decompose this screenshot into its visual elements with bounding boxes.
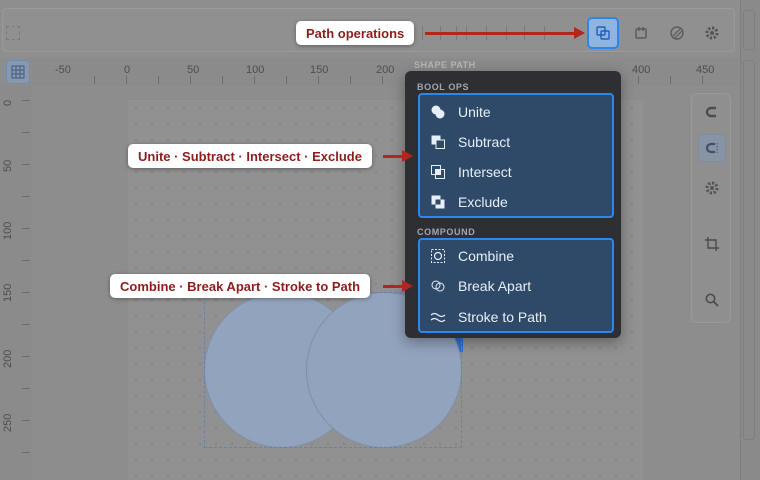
ruler-label: 50: [187, 64, 200, 76]
menu-item-label: Exclude: [458, 194, 508, 210]
section-title-bool-ops: BOOL OPS: [417, 82, 470, 92]
path-operations-menu: BOOL OPS Unite Subtract Intersect Exclud…: [405, 71, 621, 338]
callout-arrow: [383, 280, 413, 292]
grid-toggle-button[interactable]: [6, 60, 30, 84]
menu-item-intersect[interactable]: Intersect: [428, 157, 608, 187]
intersect-icon: [428, 164, 448, 180]
ruler-label: 50: [2, 159, 14, 172]
menu-item-label: Unite: [458, 104, 491, 120]
ruler-label: 450: [696, 64, 715, 76]
boolean-icon: [635, 27, 647, 39]
image-trace-icon: [670, 26, 684, 40]
menu-item-exclude[interactable]: Exclude: [428, 187, 608, 217]
menu-header: SHAPE PATH: [414, 60, 476, 70]
section-title-compound: COMPOUND: [417, 227, 476, 237]
crop-icon: [705, 237, 719, 251]
ruler-label: 150: [310, 64, 329, 76]
menu-item-label: Stroke to Path: [458, 309, 547, 325]
search-icon: [705, 293, 719, 307]
break-apart-icon: [428, 278, 448, 294]
gear-icon: [705, 26, 719, 40]
menu-item-break-apart[interactable]: Break Apart: [428, 271, 608, 301]
zoom-button[interactable]: [698, 286, 726, 314]
path-operations-button[interactable]: [587, 17, 619, 49]
snap-icon: [705, 142, 718, 154]
bool-ops-group: Unite Subtract Intersect Exclude: [418, 93, 614, 218]
boolean-button[interactable]: [626, 17, 658, 49]
ruler-label: 200: [2, 349, 14, 368]
menu-item-label: Intersect: [458, 164, 512, 180]
settings-button[interactable]: [696, 17, 728, 49]
snap-button[interactable]: [698, 134, 726, 162]
menu-item-label: Break Apart: [458, 278, 532, 294]
scrollbar[interactable]: [743, 10, 755, 50]
callout-bool-ops: Unite · Subtract · Intersect · Exclude: [128, 144, 372, 168]
crop-button[interactable]: [698, 230, 726, 258]
callout-arrow: [425, 27, 585, 39]
magnet-icon: [705, 106, 716, 118]
ruler-label: 0: [124, 64, 131, 76]
menu-item-unite[interactable]: Unite: [428, 97, 608, 127]
exclude-icon: [428, 194, 448, 210]
ruler-label: -50: [55, 64, 71, 76]
right-tool-panel: [691, 93, 731, 323]
callout-compound: Combine · Break Apart · Stroke to Path: [110, 274, 371, 298]
ruler-label: 0: [2, 99, 14, 106]
scrollbar-track[interactable]: [743, 60, 755, 440]
ruler-label: 100: [2, 221, 14, 240]
gear-icon: [705, 181, 719, 195]
menu-item-subtract[interactable]: Subtract: [428, 127, 608, 157]
combine-icon: [428, 248, 448, 264]
horizontal-ruler: -50 0 50 100 150 200 400 450: [32, 58, 738, 86]
settings-tool-button[interactable]: [698, 174, 726, 202]
menu-item-combine[interactable]: Combine: [428, 241, 608, 271]
menu-item-label: Combine: [458, 248, 515, 264]
ruler-label: 250: [2, 413, 14, 432]
image-trace-button[interactable]: [661, 17, 693, 49]
callout-path-operations: Path operations: [296, 21, 415, 45]
subtract-icon: [428, 134, 448, 150]
right-scroll-strip: [740, 0, 760, 480]
vertical-ruler: 0 50 100 150 200 250: [0, 86, 32, 480]
ruler-label: 400: [632, 64, 651, 76]
path-ops-icon: [596, 26, 610, 40]
ruler-label: 100: [246, 64, 265, 76]
grid-icon: [11, 65, 25, 79]
unite-icon: [428, 104, 448, 120]
menu-item-stroke-to-path[interactable]: Stroke to Path: [428, 302, 608, 332]
ruler-label: 200: [376, 64, 395, 76]
magnet-button[interactable]: [698, 98, 726, 126]
ruler-label: 150: [2, 283, 14, 302]
callout-arrow: [383, 150, 413, 162]
stroke-to-path-icon: [428, 309, 448, 325]
frame-icon[interactable]: [6, 26, 20, 40]
compound-group: Combine Break Apart Stroke to Path: [418, 238, 614, 333]
menu-item-label: Subtract: [458, 134, 511, 150]
